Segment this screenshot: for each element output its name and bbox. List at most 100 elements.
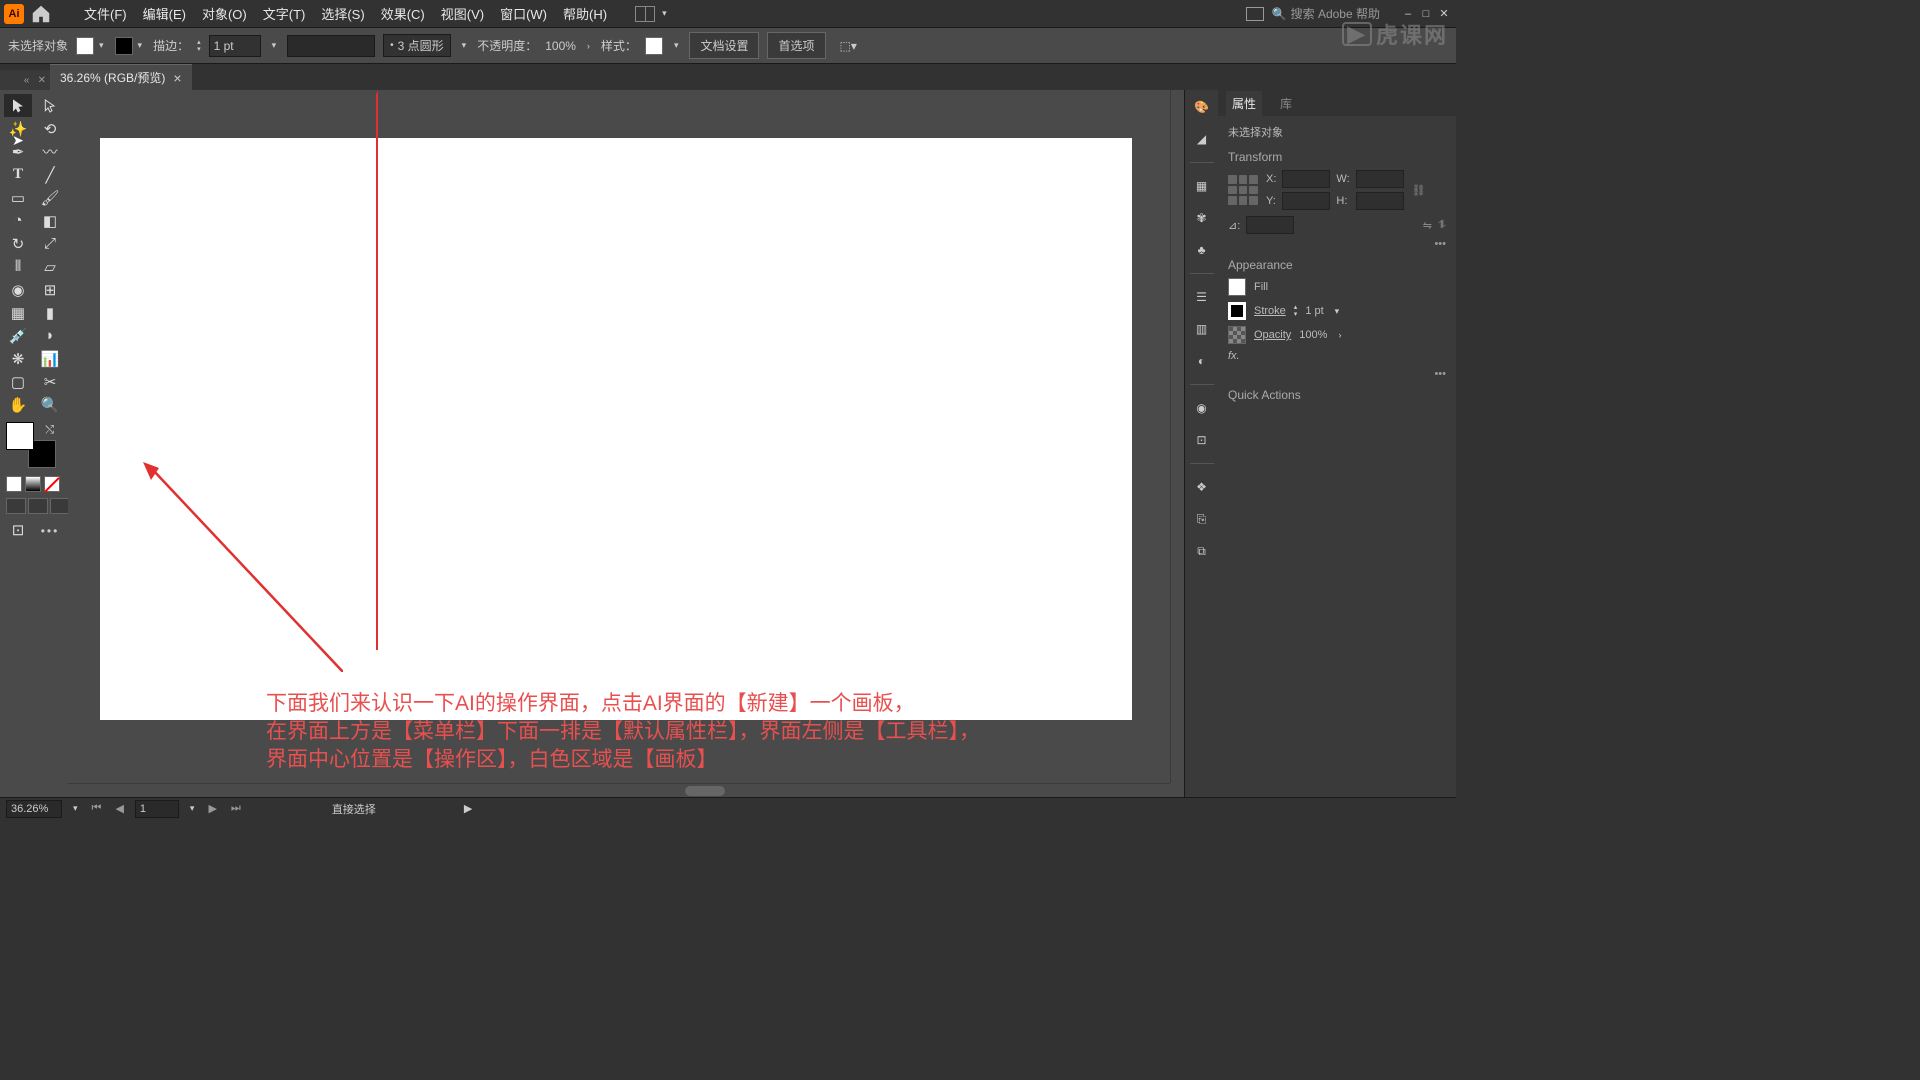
document-tab[interactable]: 36.26% (RGB/预览) × bbox=[50, 64, 192, 90]
toolbox-flyout[interactable]: « ✕ bbox=[0, 70, 50, 90]
stroke-swatch[interactable] bbox=[115, 37, 133, 55]
edit-toolbar-icon[interactable]: ••• bbox=[41, 524, 60, 538]
blend-tool[interactable]: ◗ bbox=[36, 324, 64, 347]
more-options-icon[interactable]: ••• bbox=[1228, 368, 1446, 380]
symbol-sprayer-tool[interactable]: ❋ bbox=[4, 347, 32, 370]
chevron-down-icon[interactable]: ▾ bbox=[459, 40, 470, 51]
curvature-tool[interactable]: 〰 bbox=[36, 140, 64, 163]
opacity-value-panel[interactable]: 100% bbox=[1299, 329, 1327, 341]
symbols-panel-icon[interactable]: ♣ bbox=[1191, 239, 1213, 261]
perspective-grid-tool[interactable]: ⊞ bbox=[36, 278, 64, 301]
workspace-switcher-icon[interactable] bbox=[635, 6, 655, 22]
chevron-down-icon[interactable]: ▾ bbox=[659, 8, 670, 19]
artboards-panel-icon[interactable]: ⧉ bbox=[1191, 540, 1213, 562]
zoom-level-input[interactable]: 36.26% bbox=[6, 800, 62, 818]
draw-inside-icon[interactable] bbox=[50, 498, 70, 514]
menu-edit[interactable]: 编辑(E) bbox=[135, 0, 194, 28]
chevron-down-icon[interactable]: ▾ bbox=[187, 803, 198, 814]
menu-file[interactable]: 文件(F) bbox=[76, 0, 135, 28]
opacity-swatch[interactable] bbox=[1228, 326, 1246, 344]
direct-selection-tool[interactable] bbox=[36, 94, 64, 117]
opacity-value[interactable]: 100% bbox=[545, 39, 576, 53]
canvas-area[interactable]: 下面我们来认识一下AI的操作界面，点击AI界面的【新建】一个画板， 在界面上方是… bbox=[68, 90, 1184, 797]
w-input[interactable] bbox=[1356, 170, 1404, 188]
minimize-button[interactable]: ‒ bbox=[1400, 7, 1416, 21]
paintbrush-tool[interactable]: 🖌 bbox=[36, 186, 64, 209]
gradient-panel-icon[interactable]: ▥ bbox=[1191, 318, 1213, 340]
h-input[interactable] bbox=[1356, 192, 1404, 210]
flip-h-icon[interactable]: ⇋ bbox=[1423, 219, 1432, 232]
screen-mode-icon[interactable]: ⊡ bbox=[4, 518, 32, 541]
asset-export-icon[interactable]: ⎘ bbox=[1191, 508, 1213, 530]
brushes-panel-icon[interactable]: ✾ bbox=[1191, 207, 1213, 229]
hand-tool[interactable]: ✋ bbox=[4, 393, 32, 416]
fill-swatch[interactable] bbox=[76, 37, 94, 55]
color-mode-swatch[interactable] bbox=[6, 476, 22, 492]
document-setup-button[interactable]: 文档设置 bbox=[689, 32, 759, 59]
menu-help[interactable]: 帮助(H) bbox=[555, 0, 615, 28]
fill-stroke-picker[interactable]: ⤭ bbox=[6, 422, 62, 468]
menu-select[interactable]: 选择(S) bbox=[313, 0, 372, 28]
lasso-tool[interactable]: ⟲ bbox=[36, 117, 64, 140]
maximize-button[interactable]: □ bbox=[1418, 7, 1434, 21]
menu-object[interactable]: 对象(O) bbox=[194, 0, 255, 28]
appearance-panel-icon[interactable]: ◉ bbox=[1191, 397, 1213, 419]
stroke-weight-input[interactable]: 1 pt bbox=[209, 35, 261, 57]
none-mode-swatch[interactable] bbox=[44, 476, 60, 492]
next-artboard-button[interactable]: ▶ bbox=[205, 802, 219, 815]
variable-width-profile[interactable] bbox=[287, 35, 375, 57]
x-input[interactable] bbox=[1282, 170, 1330, 188]
column-graph-tool[interactable]: 📊 bbox=[36, 347, 64, 370]
tab-libraries[interactable]: 库 bbox=[1274, 91, 1298, 116]
home-icon[interactable] bbox=[30, 5, 52, 23]
tab-properties[interactable]: 属性 bbox=[1226, 91, 1262, 116]
free-transform-tool[interactable]: ▱ bbox=[36, 255, 64, 278]
type-tool[interactable]: T bbox=[4, 163, 32, 186]
chevron-right-icon[interactable]: › bbox=[584, 41, 593, 51]
arrange-docs-icon[interactable] bbox=[1246, 7, 1264, 21]
selection-tool[interactable] bbox=[4, 94, 32, 117]
mesh-tool[interactable]: ▦ bbox=[4, 301, 32, 324]
preferences-button[interactable]: 首选项 bbox=[767, 32, 825, 59]
chevron-down-icon[interactable]: ▾ bbox=[269, 40, 280, 51]
close-button[interactable]: ✕ bbox=[1436, 7, 1452, 21]
foreground-color[interactable] bbox=[6, 422, 34, 450]
graphic-style-swatch[interactable] bbox=[645, 37, 663, 55]
tab-close-icon[interactable]: × bbox=[173, 70, 181, 86]
stroke-stepper[interactable]: ▴▾ bbox=[197, 39, 201, 53]
reference-point-picker[interactable] bbox=[1228, 175, 1258, 205]
menu-effect[interactable]: 效果(C) bbox=[373, 0, 433, 28]
color-guide-icon[interactable]: ◢ bbox=[1191, 128, 1213, 150]
artboard-number-input[interactable]: 1 bbox=[135, 800, 179, 818]
menu-type[interactable]: 文字(T) bbox=[255, 0, 314, 28]
chevron-down-icon[interactable]: ▾ bbox=[70, 803, 81, 814]
rectangle-tool[interactable]: ▭ bbox=[4, 186, 32, 209]
menu-view[interactable]: 视图(V) bbox=[433, 0, 492, 28]
angle-input[interactable] bbox=[1246, 216, 1294, 234]
search-input[interactable]: 🔍 搜索 Adobe 帮助 bbox=[1272, 5, 1380, 22]
flip-v-icon[interactable]: ⥮ bbox=[1438, 219, 1446, 232]
slice-tool[interactable]: ✂ bbox=[36, 370, 64, 393]
prev-artboard-button[interactable]: ◀ bbox=[112, 802, 126, 815]
rotate-tool[interactable]: ↻ bbox=[4, 232, 32, 255]
fx-button[interactable]: fx. bbox=[1228, 350, 1240, 362]
fill-color-swatch[interactable] bbox=[1228, 278, 1246, 296]
chevron-down-icon[interactable]: ▾ bbox=[96, 40, 107, 51]
gradient-mode-swatch[interactable] bbox=[25, 476, 41, 492]
layers-panel-icon[interactable]: ❖ bbox=[1191, 476, 1213, 498]
draw-behind-icon[interactable] bbox=[28, 498, 48, 514]
chevron-down-icon[interactable]: ▾ bbox=[671, 40, 682, 51]
chevron-down-icon[interactable]: ▾ bbox=[135, 40, 146, 51]
constrain-proportions-icon[interactable]: ⛓ bbox=[1412, 184, 1426, 197]
shape-builder-tool[interactable]: ◉ bbox=[4, 278, 32, 301]
menu-window[interactable]: 窗口(W) bbox=[492, 0, 555, 28]
chevron-down-icon[interactable]: ▾ bbox=[1332, 306, 1343, 317]
stroke-color-swatch[interactable] bbox=[1228, 302, 1246, 320]
horizontal-scrollbar[interactable] bbox=[68, 783, 1170, 797]
align-to-icon[interactable]: ⬚▾ bbox=[840, 39, 857, 53]
width-tool[interactable]: ⫴ bbox=[4, 255, 32, 278]
y-input[interactable] bbox=[1282, 192, 1330, 210]
shaper-tool[interactable]: ◔ bbox=[4, 209, 32, 232]
swap-colors-icon[interactable]: ⤭ bbox=[45, 424, 54, 437]
stroke-panel-icon[interactable]: ☰ bbox=[1191, 286, 1213, 308]
